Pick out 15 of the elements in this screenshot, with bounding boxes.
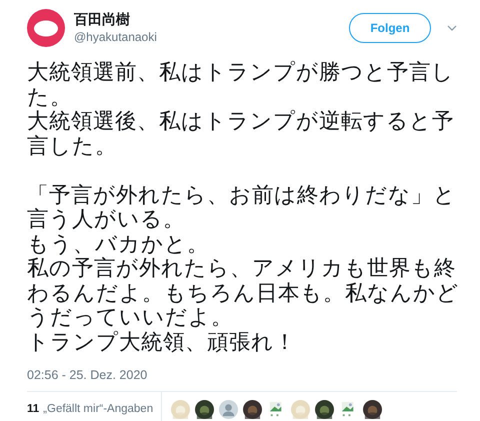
chevron-down-icon[interactable] bbox=[447, 24, 457, 32]
tweet-text: 大統領選後、私はトランプが逆転すると予言した。 bbox=[27, 110, 455, 159]
timestamp[interactable]: 02:56 - 25. Dez. 2020 bbox=[27, 368, 480, 382]
tweet-text: 「予言が外れたら、お前は終わりだな」と言う人がいる。 bbox=[27, 184, 457, 232]
likes-count[interactable]: 11 bbox=[27, 403, 40, 415]
likes-label[interactable]: „Gefällt mir“-Angaben bbox=[43, 403, 154, 415]
author-name[interactable]: 百田尚樹 bbox=[74, 11, 349, 29]
tweet-text: 大統領選前、私はトランプが勝つと予言した。 bbox=[27, 61, 455, 110]
avatar-logo-icon[interactable] bbox=[27, 9, 65, 47]
tweet-text: 私の予言が外れたら、アメリカも世界も終わるんだよ。もちろん日本も。私なんかどうだっていいだよ。 bbox=[27, 257, 459, 330]
tweet-text: もう、バカかと。 bbox=[27, 232, 210, 256]
avatar-icon[interactable] bbox=[219, 400, 238, 418]
tweet-text: トランプ大統領、頑張れ！ bbox=[27, 330, 297, 355]
author-handle[interactable]: @hyakutanaoki bbox=[74, 29, 349, 45]
follow-button[interactable]: Folgen bbox=[349, 13, 431, 43]
